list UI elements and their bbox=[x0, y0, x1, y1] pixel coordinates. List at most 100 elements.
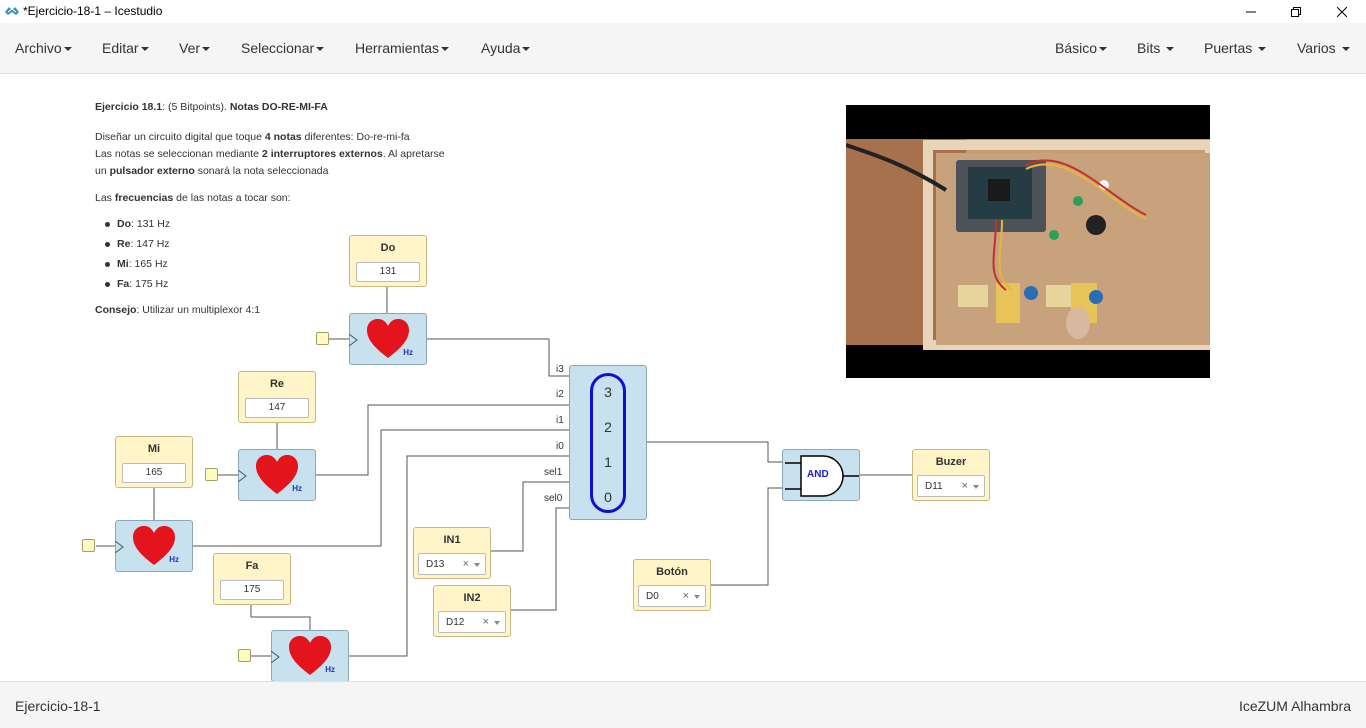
constant-mi[interactable]: Mi 165 bbox=[115, 436, 193, 488]
constant-label: Fa bbox=[245, 560, 259, 572]
wire[interactable] bbox=[511, 507, 569, 611]
text: Notas DO-RE-MI-FA bbox=[229, 101, 328, 113]
menu-label: Ayuda bbox=[481, 40, 521, 56]
menu-label: Básico bbox=[1055, 40, 1098, 56]
menu-ver[interactable]: Ver bbox=[179, 40, 211, 56]
text: un bbox=[95, 165, 110, 177]
pin-select-value: D12 bbox=[446, 617, 465, 628]
tone-block-re[interactable]: Hz bbox=[238, 449, 316, 501]
text: Consejo bbox=[95, 304, 137, 316]
menu-label: Archivo bbox=[15, 40, 62, 56]
wire[interactable] bbox=[427, 338, 569, 377]
constant-value-input[interactable]: 131 bbox=[356, 262, 420, 282]
clock-input-port[interactable] bbox=[238, 649, 251, 662]
text: : 165 Hz bbox=[128, 258, 168, 270]
info-block: Ejercicio 18.1: (5 Bitpoints). Notas DO-… bbox=[95, 99, 495, 326]
wire[interactable] bbox=[647, 441, 782, 463]
wire[interactable] bbox=[250, 605, 311, 630]
list-item: Mi: 165 Hz bbox=[105, 254, 495, 274]
chevron-down-icon[interactable] bbox=[474, 563, 480, 567]
wire[interactable] bbox=[711, 487, 782, 586]
hz-label: Hz bbox=[325, 665, 335, 674]
heart-icon: Hz bbox=[365, 318, 413, 360]
chevron-down-icon[interactable] bbox=[494, 621, 500, 625]
caret-down-icon bbox=[522, 47, 531, 52]
caret-down-icon bbox=[202, 47, 211, 52]
board-name[interactable]: IceZUM Alhambra bbox=[1239, 698, 1351, 714]
minimize-button[interactable] bbox=[1228, 0, 1274, 23]
menu-label: Puertas bbox=[1204, 40, 1253, 56]
clock-input-port[interactable] bbox=[316, 332, 329, 345]
caret-down-icon bbox=[140, 47, 149, 52]
clear-icon[interactable]: × bbox=[463, 558, 469, 570]
menu-label: Seleccionar bbox=[241, 40, 315, 56]
list-item: Fa: 175 Hz bbox=[105, 274, 495, 294]
pin-select[interactable]: D11 × bbox=[917, 475, 985, 497]
pin-select-value: D11 bbox=[925, 481, 943, 492]
hz-label: Hz bbox=[403, 348, 413, 357]
info-title: Ejercicio 18.1: (5 Bitpoints). Notas DO-… bbox=[95, 99, 495, 115]
info-frequencies: Las frecuencias de las notas a tocar son… bbox=[95, 190, 495, 206]
input-boton[interactable]: Botón D0 × bbox=[633, 559, 711, 611]
constant-value-input[interactable]: 165 bbox=[122, 463, 186, 483]
constant-label: Mi bbox=[147, 443, 161, 455]
wire[interactable] bbox=[316, 404, 569, 476]
close-button[interactable] bbox=[1319, 0, 1365, 23]
menu-herramientas[interactable]: Herramientas bbox=[355, 40, 450, 56]
output-label: Buzer bbox=[935, 456, 967, 468]
pin-select-value: D13 bbox=[426, 559, 445, 570]
chevron-down-icon[interactable] bbox=[694, 595, 700, 599]
menu-label: Bits bbox=[1137, 40, 1161, 56]
video-player[interactable] bbox=[846, 105, 1210, 378]
menu-seleccionar[interactable]: Seleccionar bbox=[241, 40, 325, 56]
constant-fa[interactable]: Fa 175 bbox=[213, 553, 291, 605]
constant-do[interactable]: Do 131 bbox=[349, 235, 427, 287]
restore-button[interactable] bbox=[1273, 0, 1319, 23]
and-gate-block[interactable]: AND bbox=[782, 449, 860, 501]
constant-label: Do bbox=[380, 242, 396, 254]
text: Fa bbox=[117, 278, 130, 290]
menu-puertas[interactable]: Puertas bbox=[1204, 40, 1267, 56]
clear-icon[interactable]: × bbox=[683, 590, 689, 602]
tone-block-fa[interactable]: Hz bbox=[271, 630, 349, 681]
pin-label-i0: i0 bbox=[556, 441, 564, 452]
clear-icon[interactable]: × bbox=[962, 480, 968, 492]
text: de las notas a tocar son: bbox=[173, 192, 291, 204]
text: : 175 Hz bbox=[129, 278, 169, 290]
clear-icon[interactable]: × bbox=[483, 616, 489, 628]
design-canvas[interactable]: Ejercicio 18.1: (5 Bitpoints). Notas DO-… bbox=[0, 74, 1366, 681]
text: Mi bbox=[117, 258, 129, 270]
tone-block-mi[interactable]: Hz bbox=[115, 520, 193, 572]
tone-block-do[interactable]: Hz bbox=[349, 313, 427, 365]
menu-editar[interactable]: Editar bbox=[102, 40, 149, 56]
menu-varios[interactable]: Varios bbox=[1297, 40, 1350, 56]
constant-re[interactable]: Re 147 bbox=[238, 371, 316, 423]
menu-basico[interactable]: Básico bbox=[1055, 40, 1108, 56]
mux-number: 1 bbox=[604, 454, 612, 470]
menu-label: Ver bbox=[179, 40, 201, 56]
mux-number: 0 bbox=[604, 489, 612, 505]
menu-label: Editar bbox=[102, 40, 139, 56]
pin-select[interactable]: D13 × bbox=[418, 553, 486, 575]
minimize-icon bbox=[1246, 11, 1256, 12]
constant-value-input[interactable]: 147 bbox=[245, 398, 309, 418]
chevron-down-icon[interactable] bbox=[973, 485, 979, 489]
text: Diseñar un circuito digital que toque bbox=[95, 131, 265, 143]
constant-value-input[interactable]: 175 bbox=[220, 580, 284, 600]
pin-label-sel0: sel0 bbox=[544, 493, 563, 504]
menu-archivo[interactable]: Archivo bbox=[15, 40, 72, 56]
menu-bar: Archivo Editar Ver Seleccionar Herramien… bbox=[0, 23, 1366, 74]
pin-select[interactable]: D0 × bbox=[638, 585, 706, 607]
menu-bits[interactable]: Bits bbox=[1137, 40, 1175, 56]
menu-ayuda[interactable]: Ayuda bbox=[481, 40, 531, 56]
mux-number: 2 bbox=[604, 419, 612, 435]
clock-input-port[interactable] bbox=[205, 468, 218, 481]
clock-input-port[interactable] bbox=[82, 539, 95, 552]
input-in2[interactable]: IN2 D12 × bbox=[433, 585, 511, 637]
clock-arrow-icon bbox=[115, 541, 124, 553]
output-buzer[interactable]: Buzer D11 × bbox=[912, 449, 990, 501]
pin-select[interactable]: D12 × bbox=[438, 611, 506, 633]
multiplexer-block[interactable]: 3 2 1 0 bbox=[569, 365, 647, 520]
text: sonará la nota seleccionada bbox=[194, 165, 329, 177]
input-in1[interactable]: IN1 D13 × bbox=[413, 527, 491, 579]
